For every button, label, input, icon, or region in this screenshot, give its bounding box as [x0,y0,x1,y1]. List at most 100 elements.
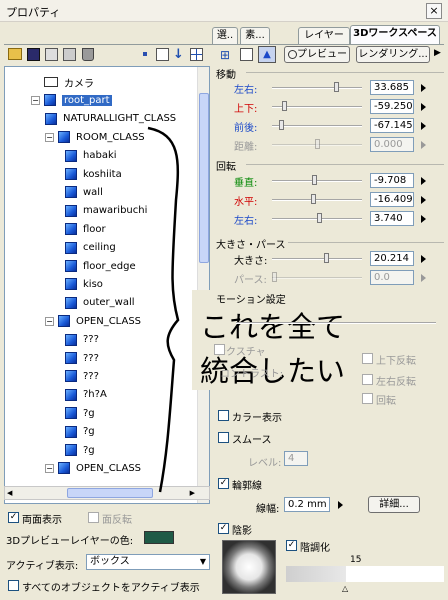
expand-toggle-icon[interactable]: − [45,132,54,142]
slider-arrow-icon[interactable] [421,141,426,149]
texture-rotate-checkbox[interactable] [362,393,373,404]
slider-value-field[interactable]: 33.685 [370,80,414,95]
tree-node[interactable]: − ROOM_CLASS [45,128,145,146]
slider-track[interactable] [272,87,362,89]
gradation-marker-icon[interactable]: △ [342,584,348,593]
tree-node[interactable]: ?g [65,404,95,422]
slider-value-field[interactable]: -59.250 [370,99,414,114]
tree-node[interactable]: ?h?A [65,386,107,404]
tree-node[interactable]: ceiling [65,239,116,257]
tree-node[interactable]: mawaribuchi [65,202,147,220]
tab-layer[interactable]: レイヤー [298,27,350,44]
slider-thumb[interactable] [316,213,322,223]
color-display-checkbox[interactable] [218,410,229,421]
tab-3d-workspace[interactable]: 3Dワークスペース [350,25,440,44]
texture-checkbox[interactable] [214,344,225,355]
close-button[interactable]: × [426,3,442,19]
open-folder-icon[interactable] [8,48,22,60]
slider-arrow-icon[interactable] [421,215,426,223]
preview-color-swatch[interactable] [144,531,174,544]
active-display-select[interactable]: ボックス ▼ [86,554,210,570]
light-toggle-icon[interactable]: ▲ [258,46,276,63]
slider-thumb[interactable] [323,253,329,263]
tree-node[interactable]: floor [65,220,106,238]
tree-node[interactable]: koshiita [65,165,122,183]
square-icon[interactable] [156,48,169,61]
tree-node[interactable]: kiso [65,275,103,293]
copy-icon[interactable] [45,48,58,61]
render-button[interactable]: レンダリング... [356,46,430,63]
outline-checkbox[interactable]: ✓ [218,478,229,489]
flip-checkbox[interactable] [88,512,99,523]
slider-arrow-icon[interactable] [421,84,426,92]
slider-arrow-icon[interactable] [421,274,426,282]
toolbar-expand-icon[interactable]: ▶ [434,48,441,58]
scroll-thumb[interactable] [199,93,209,263]
smooth-checkbox[interactable] [218,432,229,443]
tree-node[interactable]: ??? [65,367,99,385]
slider-thumb[interactable] [333,82,339,92]
double-sided-checkbox[interactable]: ✓ [8,512,19,523]
grid-view-icon[interactable]: ⊞ [220,48,230,62]
tree-node[interactable]: wall [65,183,103,201]
slider-arrow-icon[interactable] [421,177,426,185]
tree-node[interactable]: habaki [65,147,117,165]
motion-slider[interactable] [236,322,436,324]
paste-icon[interactable] [63,48,76,61]
all-active-checkbox[interactable] [8,580,19,591]
tree-node[interactable]: ?g [65,441,95,459]
slider-thumb[interactable] [315,139,320,149]
outline-detail-button[interactable]: 詳細... [368,496,420,513]
slider-value-field[interactable]: 20.214 [370,251,414,266]
expand-toggle-icon[interactable]: − [31,95,40,105]
frame-icon[interactable] [240,48,253,61]
slider-thumb[interactable] [312,175,318,185]
gradation-checkbox[interactable]: ✓ [286,540,297,551]
outline-width-field[interactable]: 0.2 mm [284,497,330,512]
slider-thumb[interactable] [282,101,288,111]
tab-select[interactable]: 選.. [212,27,238,44]
slider-track[interactable] [272,199,362,201]
slider-track[interactable] [272,125,362,127]
slider-value-field[interactable]: 3.740 [370,211,414,226]
tree-node[interactable]: ??? [65,331,99,349]
download-icon[interactable]: ↓ [173,47,184,62]
slider-value-field[interactable]: -16.409 [370,192,414,207]
tree-node[interactable]: outer_wall [65,294,135,312]
tree-node[interactable]: ?g [65,423,95,441]
expand-toggle-icon[interactable]: − [45,316,54,326]
slider-value-field[interactable]: -9.708 [370,173,414,188]
slider-value-field[interactable]: 0.000 [370,137,414,152]
slider-arrow-icon[interactable] [421,122,426,130]
tab-material[interactable]: 素... [240,27,270,44]
tree-node[interactable]: ??? [65,349,99,367]
slider-arrow-icon[interactable] [421,196,426,204]
preview-button[interactable]: プレビュー [284,46,350,63]
flip-v-checkbox[interactable] [362,353,373,364]
flip-h-checkbox[interactable] [362,374,373,385]
save-icon[interactable] [27,48,40,61]
tree-node[interactable]: − root_part [31,91,112,109]
tree-node[interactable]: − OPEN_CLASS [45,459,141,477]
slider-thumb[interactable] [278,120,284,130]
slider-arrow-icon[interactable] [421,103,426,111]
slider-thumb[interactable] [272,272,277,282]
tree-node[interactable]: floor_edge [65,257,136,275]
scroll-left-icon[interactable]: ◀ [7,489,12,497]
tree-node[interactable]: − OPEN_CLASS [45,312,141,330]
shadow-checkbox[interactable]: ✓ [218,523,229,534]
expand-toggle-icon[interactable]: − [45,463,54,473]
slider-value-field[interactable]: -67.145 [370,118,414,133]
trash-icon[interactable] [82,48,94,61]
slider-arrow-icon[interactable] [421,255,426,263]
slider-label: 左右: [234,216,258,227]
slider-track[interactable] [272,277,362,279]
slider-track[interactable] [272,258,362,260]
smooth-level-field[interactable]: 4 [284,451,308,466]
tree-node[interactable]: カメラ [31,73,94,91]
point-icon[interactable] [143,52,147,56]
slider-thumb[interactable] [310,194,316,204]
grid-icon[interactable] [190,48,203,61]
outline-width-arrow-icon[interactable] [338,501,343,509]
slider-value-field[interactable]: 0.0 [370,270,414,285]
